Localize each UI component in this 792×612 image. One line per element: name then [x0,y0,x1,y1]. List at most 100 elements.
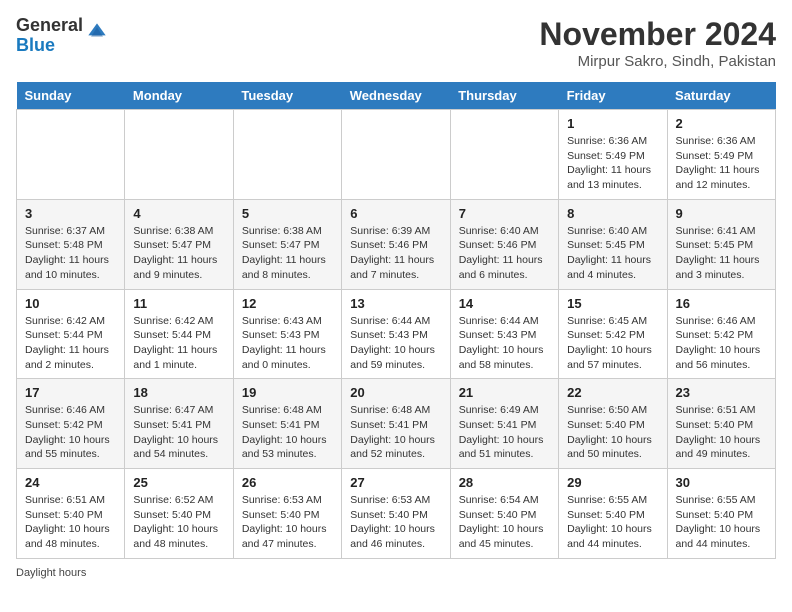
day-info: Sunrise: 6:51 AMSunset: 5:40 PMDaylight:… [25,493,116,552]
day-number: 13 [350,296,441,311]
day-info: Sunrise: 6:45 AMSunset: 5:42 PMDaylight:… [567,314,658,373]
day-info: Sunrise: 6:42 AMSunset: 5:44 PMDaylight:… [25,314,116,373]
day-info: Sunrise: 6:36 AMSunset: 5:49 PMDaylight:… [567,134,658,193]
day-info: Sunrise: 6:39 AMSunset: 5:46 PMDaylight:… [350,224,441,283]
logo-general: General [16,16,83,36]
col-tuesday: Tuesday [233,82,341,110]
day-info: Sunrise: 6:46 AMSunset: 5:42 PMDaylight:… [676,314,767,373]
calendar-cell: 18 Sunrise: 6:47 AMSunset: 5:41 PMDayligh… [125,379,233,469]
day-info: Sunrise: 6:52 AMSunset: 5:40 PMDaylight:… [133,493,224,552]
logo-text: General Blue [16,16,107,56]
header-row: Sunday Monday Tuesday Wednesday Thursday… [17,82,776,110]
calendar-week-5: 24 Sunrise: 6:51 AMSunset: 5:40 PMDayligh… [17,469,776,559]
day-number: 12 [242,296,333,311]
day-info: Sunrise: 6:55 AMSunset: 5:40 PMDaylight:… [676,493,767,552]
day-info: Sunrise: 6:55 AMSunset: 5:40 PMDaylight:… [567,493,658,552]
day-number: 21 [459,385,550,400]
day-info: Sunrise: 6:43 AMSunset: 5:43 PMDaylight:… [242,314,333,373]
day-info: Sunrise: 6:38 AMSunset: 5:47 PMDaylight:… [133,224,224,283]
calendar-cell: 27Sunrise: 6:53 AMSunset: 5:40 PMDayligh… [342,469,450,559]
day-number: 14 [459,296,550,311]
day-info: Sunrise: 6:48 AMSunset: 5:41 PMDaylight:… [242,403,333,462]
col-monday: Monday [125,82,233,110]
day-info: Sunrise: 6:48 AMSunset: 5:41 PMDaylight:… [350,403,441,462]
day-info: Sunrise: 6:46 AMSunset: 5:42 PMDaylight:… [25,403,116,462]
day-number: 9 [676,206,767,221]
calendar-cell: 10 Sunrise: 6:42 AMSunset: 5:44 PMDayligh… [17,289,125,379]
day-number: 25 [133,475,224,490]
day-info: Sunrise: 6:53 AMSunset: 5:40 PMDaylight:… [350,493,441,552]
calendar-cell [233,110,341,200]
calendar-week-1: 1 Sunrise: 6:36 AMSunset: 5:49 PMDaylight… [17,110,776,200]
logo-icon [87,22,107,42]
calendar-cell: 6 Sunrise: 6:39 AMSunset: 5:46 PMDaylight… [342,199,450,289]
day-number: 16 [676,296,767,311]
calendar-cell [450,110,558,200]
day-number: 17 [25,385,116,400]
calendar-cell: 30 Sunrise: 6:55 AMSunset: 5:40 PMDayligh… [667,469,775,559]
calendar-cell: 15Sunrise: 6:45 AMSunset: 5:42 PMDayligh… [559,289,667,379]
day-info: Sunrise: 6:49 AMSunset: 5:41 PMDaylight:… [459,403,550,462]
calendar-cell [125,110,233,200]
calendar-cell: 23 Sunrise: 6:51 AMSunset: 5:40 PMDayligh… [667,379,775,469]
header: General Blue November 2024 Mirpur Sakro,… [16,16,776,70]
footer-note: Daylight hours [16,567,776,579]
day-number: 24 [25,475,116,490]
day-number: 1 [567,116,658,131]
col-thursday: Thursday [450,82,558,110]
day-number: 3 [25,206,116,221]
day-number: 23 [676,385,767,400]
day-number: 4 [133,206,224,221]
day-number: 22 [567,385,658,400]
day-number: 29 [567,475,658,490]
calendar-cell: 21 Sunrise: 6:49 AMSunset: 5:41 PMDayligh… [450,379,558,469]
day-info: Sunrise: 6:47 AMSunset: 5:41 PMDaylight:… [133,403,224,462]
day-info: Sunrise: 6:42 AMSunset: 5:44 PMDaylight:… [133,314,224,373]
calendar-week-4: 17 Sunrise: 6:46 AMSunset: 5:42 PMDayligh… [17,379,776,469]
day-info: Sunrise: 6:54 AMSunset: 5:40 PMDaylight:… [459,493,550,552]
day-info: Sunrise: 6:40 AMSunset: 5:46 PMDaylight:… [459,224,550,283]
day-info: Sunrise: 6:44 AMSunset: 5:43 PMDaylight:… [459,314,550,373]
calendar-cell: 24 Sunrise: 6:51 AMSunset: 5:40 PMDayligh… [17,469,125,559]
calendar-cell: 25 Sunrise: 6:52 AMSunset: 5:40 PMDayligh… [125,469,233,559]
calendar-cell [17,110,125,200]
calendar-cell: 5 Sunrise: 6:38 AMSunset: 5:47 PMDaylight… [233,199,341,289]
title-section: November 2024 Mirpur Sakro, Sindh, Pakis… [539,16,776,70]
day-info: Sunrise: 6:38 AMSunset: 5:47 PMDaylight:… [242,224,333,283]
calendar-cell: 16 Sunrise: 6:46 AMSunset: 5:42 PMDayligh… [667,289,775,379]
calendar-week-2: 3 Sunrise: 6:37 AMSunset: 5:48 PMDaylight… [17,199,776,289]
day-number: 28 [459,475,550,490]
calendar-cell: 4 Sunrise: 6:38 AMSunset: 5:47 PMDaylight… [125,199,233,289]
logo-blue: Blue [16,36,83,56]
location-title: Mirpur Sakro, Sindh, Pakistan [539,53,776,70]
day-info: Sunrise: 6:36 AMSunset: 5:49 PMDaylight:… [676,134,767,193]
col-sunday: Sunday [17,82,125,110]
day-number: 18 [133,385,224,400]
day-info: Sunrise: 6:50 AMSunset: 5:40 PMDaylight:… [567,403,658,462]
day-info: Sunrise: 6:37 AMSunset: 5:48 PMDaylight:… [25,224,116,283]
logo: General Blue [16,16,107,56]
month-title: November 2024 [539,16,776,53]
day-number: 7 [459,206,550,221]
calendar-cell: 28 Sunrise: 6:54 AMSunset: 5:40 PMDayligh… [450,469,558,559]
col-wednesday: Wednesday [342,82,450,110]
day-info: Sunrise: 6:51 AMSunset: 5:40 PMDaylight:… [676,403,767,462]
calendar-cell: 1 Sunrise: 6:36 AMSunset: 5:49 PMDaylight… [559,110,667,200]
day-number: 2 [676,116,767,131]
day-number: 5 [242,206,333,221]
day-number: 30 [676,475,767,490]
calendar-week-3: 10 Sunrise: 6:42 AMSunset: 5:44 PMDayligh… [17,289,776,379]
day-number: 19 [242,385,333,400]
col-saturday: Saturday [667,82,775,110]
calendar-header: Sunday Monday Tuesday Wednesday Thursday… [17,82,776,110]
calendar-cell: 20Sunrise: 6:48 AMSunset: 5:41 PMDayligh… [342,379,450,469]
calendar-cell: 7 Sunrise: 6:40 AMSunset: 5:46 PMDaylight… [450,199,558,289]
day-number: 10 [25,296,116,311]
day-number: 8 [567,206,658,221]
calendar-cell: 8Sunrise: 6:40 AMSunset: 5:45 PMDaylight… [559,199,667,289]
day-info: Sunrise: 6:44 AMSunset: 5:43 PMDaylight:… [350,314,441,373]
calendar-cell: 26Sunrise: 6:53 AMSunset: 5:40 PMDayligh… [233,469,341,559]
calendar-cell [342,110,450,200]
day-number: 6 [350,206,441,221]
day-info: Sunrise: 6:53 AMSunset: 5:40 PMDaylight:… [242,493,333,552]
